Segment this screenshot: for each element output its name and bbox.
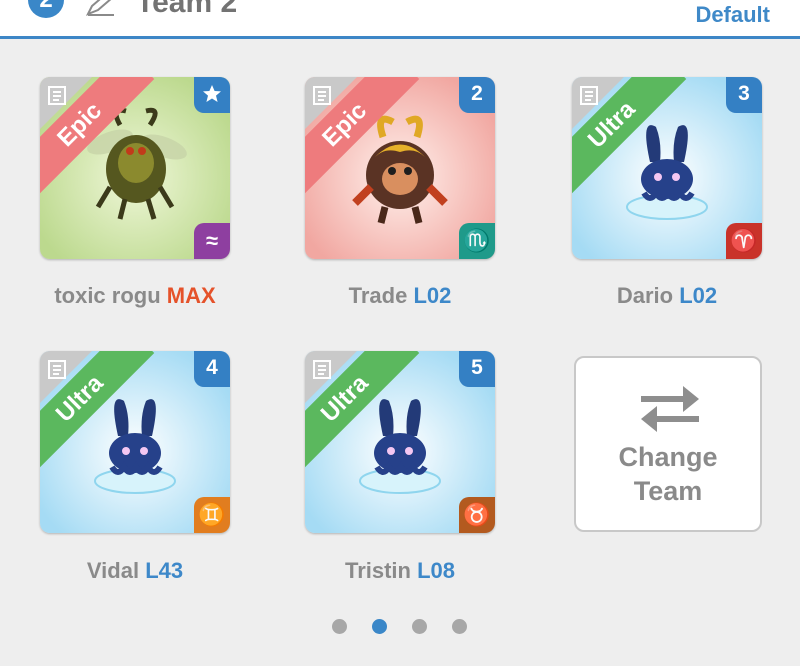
team-title[interactable]: Team 2: [136, 0, 237, 20]
header-divider: [0, 36, 800, 39]
star-icon: [203, 85, 221, 102]
notepad-icon[interactable]: [313, 359, 331, 379]
monster-level: L02: [413, 283, 452, 308]
monster-name: Tristin: [344, 558, 411, 583]
aries-icon: ♈: [726, 223, 762, 259]
card-label-2: Trade L02: [270, 283, 530, 309]
monster-name: toxic rogu: [54, 283, 161, 308]
slot-badge: 5: [459, 351, 495, 387]
taurus-icon: ♉: [459, 497, 495, 533]
header-bar: 2 Team 2 Default: [0, 0, 800, 37]
slot-badge: [194, 77, 230, 113]
card-label-3: Dario L02: [537, 283, 797, 309]
monster-card-3[interactable]: Ultra 3 ♈: [572, 77, 762, 259]
scorpio-icon: ♏: [459, 223, 495, 259]
notepad-icon[interactable]: [313, 85, 331, 105]
notepad-icon[interactable]: [48, 85, 66, 105]
notepad-icon[interactable]: [580, 85, 598, 105]
gemini-icon: ♊: [194, 497, 230, 533]
monster-level: L08: [417, 558, 456, 583]
slot-badge: 2: [459, 77, 495, 113]
card-label-1: toxic rogu MAX: [5, 283, 265, 309]
monster-name: Dario: [616, 283, 674, 308]
slot-badge: 3: [726, 77, 762, 113]
page-dot-1[interactable]: [332, 619, 347, 634]
change-team-label: Change Team: [576, 440, 760, 508]
monster-card-1[interactable]: Epic ≈: [40, 77, 230, 259]
monster-card-5[interactable]: Ultra 5 ♉: [305, 351, 495, 533]
edit-pencil-icon[interactable]: [86, 0, 116, 16]
card-label-5: Tristin L08: [270, 558, 530, 584]
default-button[interactable]: Default: [695, 2, 770, 28]
change-team-button[interactable]: Change Team: [574, 356, 762, 532]
monster-name: Vidal: [86, 558, 140, 583]
monster-level: MAX: [166, 283, 216, 308]
monster-card-4[interactable]: Ultra 4 ♊: [40, 351, 230, 533]
aquarius-icon: ≈: [194, 223, 230, 259]
team-number-badge: 2: [28, 0, 64, 18]
notepad-icon[interactable]: [48, 359, 66, 379]
monster-card-2[interactable]: Epic 2 ♏: [305, 77, 495, 259]
monster-level: L02: [679, 283, 718, 308]
page-dot-4[interactable]: [452, 619, 467, 634]
change-team-line-1: Change: [618, 442, 718, 472]
swap-arrows-icon: [641, 386, 699, 432]
slot-badge: 4: [194, 351, 230, 387]
monster-level: L43: [145, 558, 184, 583]
card-label-4: Vidal L43: [5, 558, 265, 584]
change-team-line-2: Team: [633, 476, 703, 506]
page-dot-3[interactable]: [412, 619, 427, 634]
monster-name: Trade: [348, 283, 408, 308]
page-dot-2[interactable]: [372, 619, 387, 634]
